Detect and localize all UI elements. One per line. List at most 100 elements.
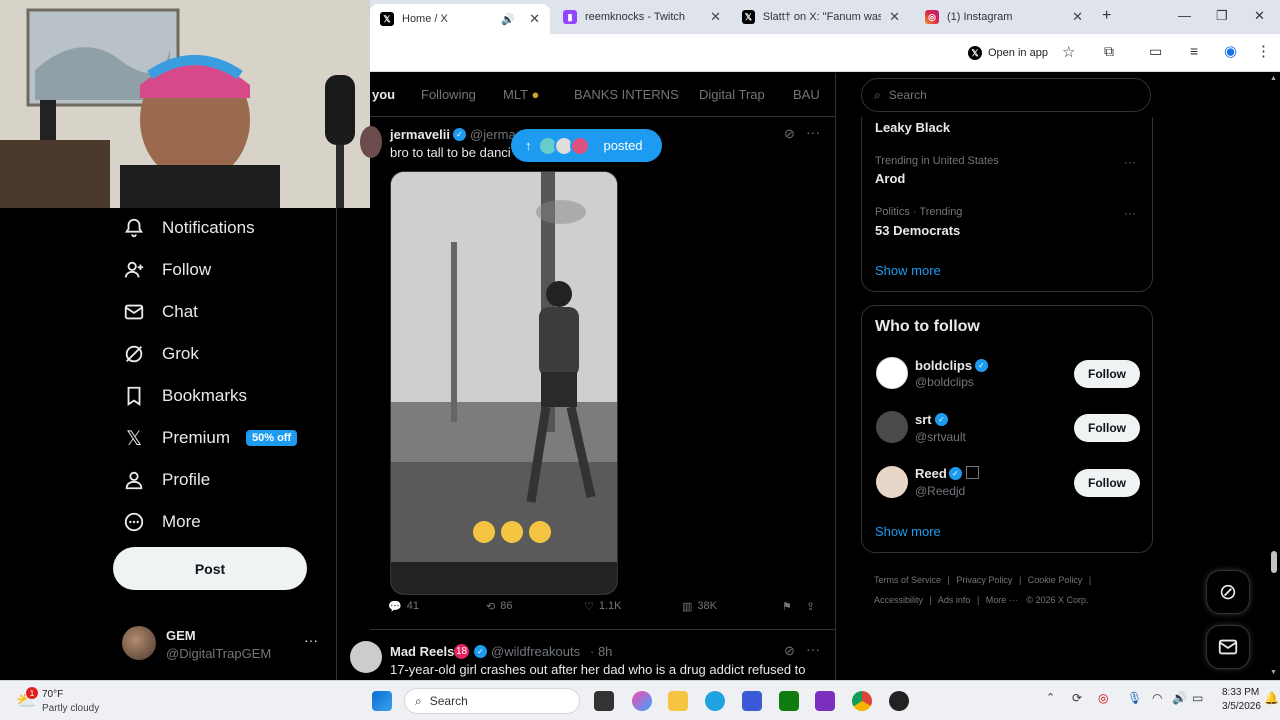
more-dots-icon[interactable]: ··· [1124,155,1136,169]
trend-title[interactable]: 53 Democrats [875,223,960,238]
store-icon[interactable] [742,691,762,711]
nav-follow[interactable]: Follow [122,258,211,282]
media-icon[interactable]: ≡ [1190,43,1198,59]
follow-button[interactable]: Follow [1074,469,1140,497]
nav-chat[interactable]: Chat [122,300,198,324]
tab-following[interactable]: Following [421,87,476,102]
nav-more[interactable]: More [122,510,201,534]
more-link[interactable]: More ··· [986,595,1018,605]
close-icon[interactable]: ✕ [529,11,540,27]
close-icon[interactable]: ✕ [889,9,900,25]
scrollbar-thumb[interactable] [1271,551,1277,573]
follow-button[interactable]: Follow [1074,414,1140,442]
volume-icon[interactable]: 🔊 [1172,691,1187,705]
more-dots-icon[interactable]: ··· [304,632,318,648]
wifi-icon[interactable]: ◠ [1152,691,1162,705]
suggestion-name[interactable]: srt [915,412,932,427]
kebab-menu-icon[interactable]: ⋮ [1256,42,1271,60]
author-name[interactable]: Mad Reels [390,644,454,659]
tab-slatt-x[interactable]: 𝕏 Slatt† on X: "Fanum was be ✕ [732,4,910,30]
nav-grok[interactable]: Grok [122,342,199,366]
scroll-down-icon[interactable]: ▼ [1270,669,1277,676]
speaker-icon[interactable]: 🔊 [501,13,515,26]
sidebar-icon[interactable]: ▭ [1149,43,1162,60]
tab-instagram[interactable]: ◎ (1) Instagram ✕ [915,4,1093,30]
task-view-icon[interactable] [594,691,614,711]
grok-icon[interactable]: ⊘ [784,643,795,659]
close-window-button[interactable]: ✕ [1254,8,1265,24]
star-icon[interactable]: ☆ [1062,43,1075,61]
nav-profile[interactable]: Profile [122,468,210,492]
cookie-link[interactable]: Cookie Policy [1028,575,1083,585]
microphone-icon[interactable]: 🎙 [1127,691,1142,705]
account-switcher[interactable]: GEM @DigitalTrapGEM ··· [122,626,332,662]
tab-home-x[interactable]: 𝕏 Home / X 🔊 ✕ [370,4,550,34]
restore-button[interactable]: ❐ [1216,8,1228,24]
share-icon[interactable]: ⇪ [806,600,815,613]
nav-premium[interactable]: 𝕏 Premium 50% off [122,426,298,450]
xbox-icon[interactable] [779,691,799,711]
tab-banks-interns[interactable]: BANKS INTERNS [574,87,679,102]
tab-digital-trap[interactable]: Digital Trap [699,87,765,102]
grok-icon[interactable]: ⊘ [784,126,795,142]
nav-bookmarks[interactable]: Bookmarks [122,384,247,408]
suggestion-name[interactable]: Reed [915,466,947,481]
clock-time[interactable]: 8:33 PM [1222,687,1259,698]
tab-twitch[interactable]: ▮ reemknocks - Twitch ✕ [553,4,731,30]
avatar[interactable] [876,357,908,389]
minimize-button[interactable]: — [1178,8,1191,23]
more-dots-icon[interactable]: ··· [1124,206,1136,220]
trend-title[interactable]: Leaky Black [875,120,950,135]
views-button[interactable]: ▥ 38K [682,600,717,613]
page-scrollbar[interactable]: ▲ ▼ [1268,73,1280,680]
obs-icon[interactable] [889,691,909,711]
author-handle[interactable]: @wildfreakouts [491,644,580,659]
bookmark-icon[interactable]: ⚑ [782,600,792,613]
repost-button[interactable]: ⟲ 86 [486,600,512,613]
author-name[interactable]: jermavelii [390,127,450,142]
post-mad-reels[interactable]: Mad Reels 18 ✓ @wildfreakouts · 8h ⊘ ···… [350,631,836,680]
search-input[interactable]: ⌕ Search [861,78,1151,112]
trend-title[interactable]: Arod [875,171,905,186]
tab-mlt[interactable]: MLT ● [503,87,539,102]
show-more-link[interactable]: Show more [875,263,941,278]
sync-icon[interactable]: ⟳ [1072,691,1082,705]
ads-info-link[interactable]: Ads info [938,595,971,605]
profile-icon[interactable]: ◉ [1224,42,1237,60]
battery-icon[interactable]: ▭ [1192,691,1203,705]
terms-link[interactable]: Terms of Service [874,575,941,585]
reply-button[interactable]: 💬 41 [388,600,419,613]
taskbar-search[interactable]: ⌕ Search [404,688,580,714]
avatar[interactable] [876,466,908,498]
suggestion-name[interactable]: boldclips [915,358,972,373]
notification-bell-icon[interactable]: 🔔 [1264,691,1279,705]
new-tab-button[interactable]: + [1102,7,1111,25]
follow-button[interactable]: Follow [1074,360,1140,388]
grok-floating-button[interactable]: ⊘ [1206,570,1250,614]
avatar[interactable] [876,411,908,443]
chevron-up-icon[interactable]: ⌃ [1046,691,1055,704]
more-dots-icon[interactable]: ··· [806,641,820,657]
close-icon[interactable]: ✕ [1072,9,1083,25]
more-dots-icon[interactable]: ··· [806,124,820,140]
app-tray-icon[interactable]: ◎ [1098,691,1108,705]
messages-floating-button[interactable] [1206,625,1250,669]
new-posts-pill[interactable]: ↑ posted [511,129,662,162]
tab-for-you[interactable]: you [372,87,395,102]
scroll-up-icon[interactable]: ▲ [1270,75,1277,82]
close-icon[interactable]: ✕ [710,9,721,25]
show-more-link[interactable]: Show more [875,524,941,539]
weather-widget[interactable]: ⛅ 1 70°F Partly cloudy [14,687,104,717]
like-button[interactable]: ♡ 1.1K [584,600,622,613]
tab-bau[interactable]: BAU [793,87,820,102]
post-button[interactable]: Post [113,547,307,590]
author-handle[interactable]: @jerma [470,127,516,142]
extensions-icon[interactable]: ⧉ [1104,43,1114,60]
open-in-app-button[interactable]: 𝕏 Open in app [960,42,1056,64]
app-icon[interactable] [815,691,835,711]
edge-icon[interactable] [705,691,725,711]
file-explorer-icon[interactable] [668,691,688,711]
copilot-icon[interactable] [632,691,652,711]
accessibility-link[interactable]: Accessibility [874,595,923,605]
chrome-icon[interactable] [852,691,872,711]
